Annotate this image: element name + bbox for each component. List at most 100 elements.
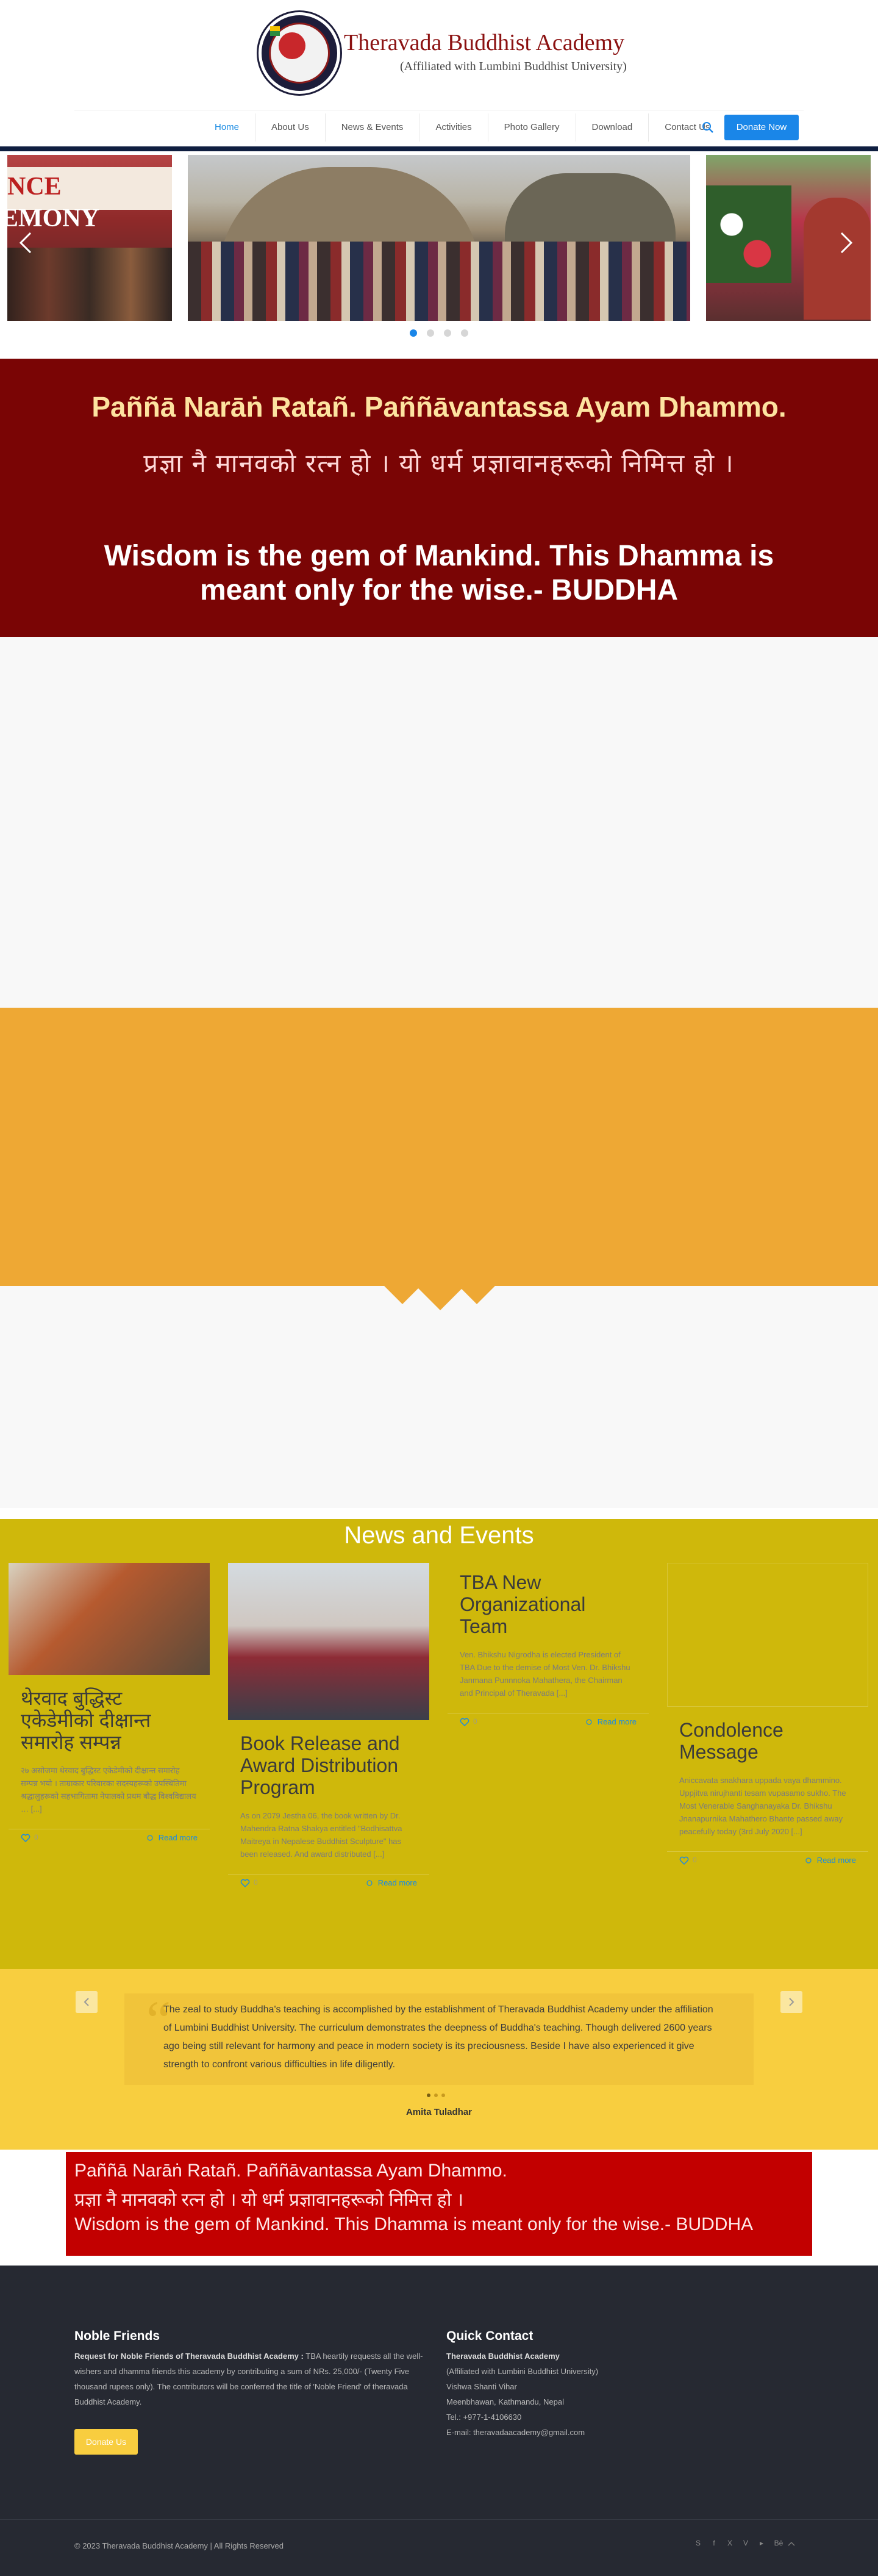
- red-quote-banner: Paññā Narāṅ Ratañ. Paññāvantassa Ayam Dh…: [66, 2152, 812, 2256]
- read-more-icon: [586, 1719, 592, 1725]
- news-card-image[interactable]: [228, 1563, 429, 1720]
- heart-icon[interactable]: [21, 1833, 30, 1843]
- section-divider-chevron: [384, 1286, 421, 1304]
- read-more-link[interactable]: Read more: [598, 1717, 637, 1726]
- news-card-title[interactable]: TBA New Organizational Team: [448, 1571, 649, 1637]
- slider-dots: [410, 329, 468, 337]
- section-divider-chevron: [416, 1286, 465, 1310]
- news-card-excerpt: २७ असोजमा थेरवाद बुद्धिस्ट एकेडेमीको दीक…: [21, 1766, 196, 1814]
- empty-section: [0, 637, 878, 1008]
- read-more-link[interactable]: Read more: [378, 1878, 417, 1887]
- donate-now-button[interactable]: Donate Now: [724, 115, 799, 140]
- testimonial-prev-icon[interactable]: [76, 1991, 98, 2013]
- social-links: S f X V ▸ Bē: [694, 2539, 784, 2547]
- facebook-icon[interactable]: f: [710, 2539, 718, 2547]
- news-card-excerpt: As on 2079 Jestha 06, the book written b…: [240, 1811, 402, 1859]
- contact-details: Theravada Buddhist Academy (Affiliated w…: [446, 2348, 690, 2440]
- image-slider[interactable]: NCE EMONY: [0, 151, 878, 359]
- noble-friends-text: Request for Noble Friends of Theravada B…: [74, 2348, 434, 2409]
- header-bottom-bar: [0, 146, 878, 151]
- testimonial-dots: [427, 2093, 445, 2097]
- nav-activities[interactable]: Activities: [419, 113, 488, 142]
- noble-friends-text-bold: Request for Noble Friends of Theravada B…: [74, 2352, 304, 2361]
- heart-icon[interactable]: [240, 1878, 250, 1888]
- youtube-icon[interactable]: ▸: [757, 2539, 766, 2547]
- read-more-icon: [147, 1835, 153, 1841]
- copyright-text: © 2023 Theravada Buddhist Academy | All …: [74, 2541, 284, 2550]
- nav-news-events[interactable]: News & Events: [326, 113, 420, 142]
- nav-photo-gallery[interactable]: Photo Gallery: [488, 113, 576, 142]
- empty-section-2: [0, 1286, 878, 1508]
- contact-address-1: Vishwa Shanti Vihar: [446, 2382, 517, 2391]
- section-divider-chevron: [459, 1286, 495, 1304]
- news-card-image[interactable]: [9, 1563, 210, 1675]
- news-card[interactable]: Condolence Message Aniccavata snakhara u…: [667, 1563, 868, 1870]
- footer-divider: [0, 2519, 878, 2520]
- contact-address-2: Meenbhawan, Kathmandu, Nepal: [446, 2397, 564, 2406]
- like-count: 0: [34, 1833, 38, 1842]
- news-card-title[interactable]: Book Release and Award Distribution Prog…: [228, 1732, 429, 1798]
- buddha-quote-section: Paññā Narāṅ Ratañ. Paññāvantassa Ayam Dh…: [0, 359, 878, 637]
- news-card-title[interactable]: थेरवाद बुद्धिस्ट एकेडेमीको दीक्षान्त समा…: [9, 1687, 210, 1753]
- slide-group-photo-stupa[interactable]: [188, 155, 690, 321]
- read-more-link[interactable]: Read more: [159, 1833, 198, 1842]
- testimonial-dot[interactable]: [427, 2093, 430, 2097]
- site-logo[interactable]: Theravada Buddhist Academy (Affiliated w…: [259, 12, 627, 98]
- news-gap: [0, 1508, 878, 1519]
- orange-section: [0, 1008, 878, 1286]
- slider-dot-2[interactable]: [427, 329, 434, 337]
- academy-seal-icon: [259, 12, 340, 94]
- vimeo-icon[interactable]: V: [741, 2539, 750, 2547]
- slider-dot-4[interactable]: [461, 329, 468, 337]
- slider-prev-icon[interactable]: [18, 231, 33, 255]
- nav-home[interactable]: Home: [199, 113, 256, 142]
- site-footer: Noble Friends Request for Noble Friends …: [0, 2266, 878, 2576]
- contact-email[interactable]: E-mail: theravadaacademy@gmail.com: [446, 2425, 690, 2440]
- quote-english: Wisdom is the gem of Mankind. This Dhamm…: [104, 540, 774, 606]
- news-card[interactable]: Book Release and Award Distribution Prog…: [228, 1563, 429, 1892]
- main-nav: Home About Us News & Events Activities P…: [199, 113, 726, 142]
- heart-icon[interactable]: [679, 1856, 689, 1865]
- like-count: 0: [473, 1717, 477, 1726]
- news-card[interactable]: TBA New Organizational Team Ven. Bhikshu…: [448, 1571, 649, 1731]
- behance-icon[interactable]: Bē: [773, 2539, 784, 2547]
- slider-dot-1[interactable]: [410, 329, 417, 337]
- news-card-image-placeholder[interactable]: [667, 1563, 868, 1707]
- slider-dot-3[interactable]: [444, 329, 451, 337]
- donate-us-button[interactable]: Donate Us: [74, 2429, 138, 2455]
- nav-download[interactable]: Download: [576, 113, 649, 142]
- testimonial-author: Amita Tuladhar: [405, 2107, 473, 2117]
- site-title: Theravada Buddhist Academy: [344, 30, 625, 56]
- like-count: 0: [254, 1878, 258, 1887]
- news-card[interactable]: थेरवाद बुद्धिस्ट एकेडेमीको दीक्षान्त समा…: [9, 1563, 210, 1847]
- slide-banner-text-2: EMONY: [7, 204, 99, 232]
- read-more-icon: [366, 1880, 373, 1886]
- slider-next-icon[interactable]: [839, 231, 854, 255]
- quick-contact-heading: Quick Contact: [446, 2329, 534, 2343]
- read-more-link[interactable]: Read more: [817, 1856, 856, 1865]
- heart-icon[interactable]: [460, 1717, 469, 1727]
- testimonial-dot[interactable]: [441, 2093, 445, 2097]
- x-icon[interactable]: X: [726, 2539, 734, 2547]
- contact-affiliation: (Affiliated with Lumbini Buddhist Univer…: [446, 2367, 599, 2376]
- nav-about-us[interactable]: About Us: [255, 113, 326, 142]
- testimonial-dot[interactable]: [434, 2093, 438, 2097]
- news-section-title: News and Events: [344, 1522, 534, 1549]
- read-more-icon: [805, 1857, 812, 1864]
- site-subtitle: (Affiliated with Lumbini Buddhist Univer…: [400, 60, 627, 73]
- red-quote-english: Wisdom is the gem of Mankind. This Dhamm…: [74, 2214, 754, 2234]
- testimonial-next-icon[interactable]: [780, 1991, 802, 2013]
- contact-phone[interactable]: Tel.: +977-1-4106630: [446, 2409, 690, 2425]
- site-header: Theravada Buddhist Academy (Affiliated w…: [0, 0, 878, 151]
- news-card-title[interactable]: Condolence Message: [667, 1719, 868, 1763]
- skype-icon[interactable]: S: [694, 2539, 702, 2547]
- quote-pali: Paññā Narāṅ Ratañ. Paññāvantassa Ayam Dh…: [91, 391, 787, 423]
- search-icon[interactable]: [701, 121, 715, 134]
- noble-friends-heading: Noble Friends: [74, 2329, 160, 2343]
- testimonial-text: The zeal to study Buddha's teaching is a…: [163, 2004, 713, 2070]
- red-quote-nepali: प्रज्ञा नै मानवको रत्न हो । यो धर्म प्रज…: [74, 2190, 464, 2210]
- testimonial-section: “ The zeal to study Buddha's teaching is…: [0, 1969, 878, 2150]
- back-to-top-icon[interactable]: [787, 2539, 796, 2549]
- news-card-excerpt: Aniccavata snakhara uppada vaya dhammino…: [679, 1776, 846, 1836]
- contact-org-name: Theravada Buddhist Academy: [446, 2352, 560, 2361]
